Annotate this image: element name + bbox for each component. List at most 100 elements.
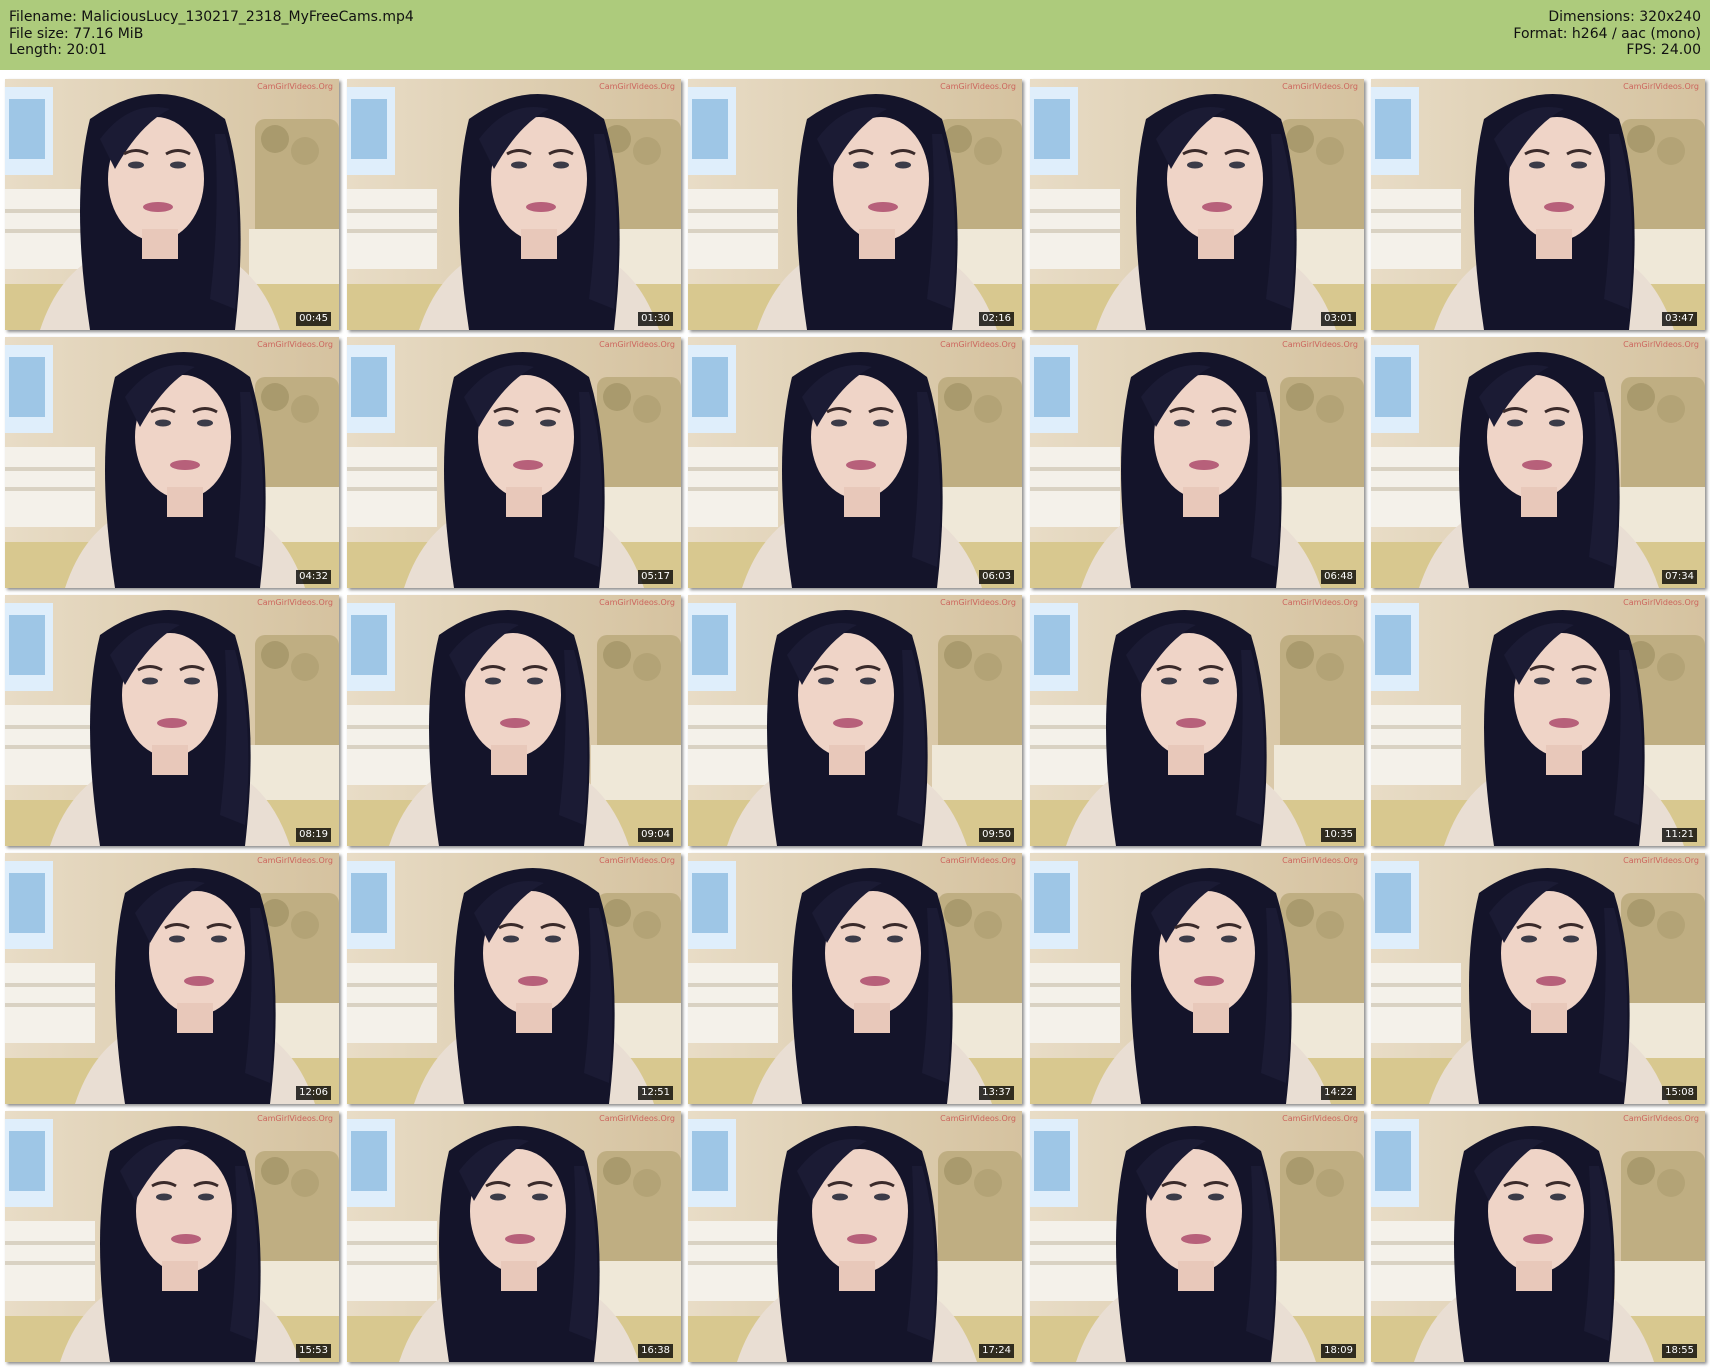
frame-timestamp: 00:45 bbox=[296, 312, 331, 326]
frame-timestamp: 16:38 bbox=[638, 1344, 673, 1358]
watermark-text: CamGirlVideos.Org bbox=[257, 1114, 333, 1123]
video-frame-image bbox=[5, 595, 339, 846]
video-frame-image bbox=[1371, 595, 1705, 846]
watermark-text: CamGirlVideos.Org bbox=[1282, 598, 1358, 607]
video-frame-image bbox=[1371, 1111, 1705, 1362]
thumbnail-grid: CamGirlVideos.Org 00:45 CamGirlVideos.Org… bbox=[0, 0, 1710, 1370]
thumbnail-frame: CamGirlVideos.Org 18:09 bbox=[1030, 1111, 1364, 1362]
video-frame-image bbox=[688, 853, 1022, 1104]
video-frame-image bbox=[347, 595, 681, 846]
thumbnail-frame: CamGirlVideos.Org 07:34 bbox=[1371, 337, 1705, 588]
video-frame-image bbox=[347, 1111, 681, 1362]
frame-timestamp: 01:30 bbox=[638, 312, 673, 326]
thumbnail-frame: CamGirlVideos.Org 12:51 bbox=[347, 853, 681, 1104]
video-frame-image bbox=[5, 79, 339, 330]
thumbnail-frame: CamGirlVideos.Org 15:53 bbox=[5, 1111, 339, 1362]
frame-timestamp: 04:32 bbox=[296, 570, 331, 584]
thumbnail-frame: CamGirlVideos.Org 09:50 bbox=[688, 595, 1022, 846]
watermark-text: CamGirlVideos.Org bbox=[1623, 856, 1699, 865]
thumbnail-frame: CamGirlVideos.Org 17:24 bbox=[688, 1111, 1022, 1362]
frame-timestamp: 15:53 bbox=[296, 1344, 331, 1358]
thumbnail-frame: CamGirlVideos.Org 05:17 bbox=[347, 337, 681, 588]
thumbnail-frame: CamGirlVideos.Org 00:45 bbox=[5, 79, 339, 330]
watermark-text: CamGirlVideos.Org bbox=[257, 340, 333, 349]
thumbnail-frame: CamGirlVideos.Org 06:03 bbox=[688, 337, 1022, 588]
frame-timestamp: 07:34 bbox=[1662, 570, 1697, 584]
watermark-text: CamGirlVideos.Org bbox=[1623, 1114, 1699, 1123]
watermark-text: CamGirlVideos.Org bbox=[257, 598, 333, 607]
thumbnail-frame: CamGirlVideos.Org 09:04 bbox=[347, 595, 681, 846]
watermark-text: CamGirlVideos.Org bbox=[257, 856, 333, 865]
watermark-text: CamGirlVideos.Org bbox=[940, 82, 1016, 91]
frame-timestamp: 12:06 bbox=[296, 1086, 331, 1100]
video-frame-image bbox=[1371, 79, 1705, 330]
thumbnail-frame: CamGirlVideos.Org 06:48 bbox=[1030, 337, 1364, 588]
thumbnail-frame: CamGirlVideos.Org 02:16 bbox=[688, 79, 1022, 330]
thumbnail-frame: CamGirlVideos.Org 11:21 bbox=[1371, 595, 1705, 846]
video-frame-image bbox=[1030, 853, 1364, 1104]
thumbnail-frame: CamGirlVideos.Org 16:38 bbox=[347, 1111, 681, 1362]
frame-timestamp: 08:19 bbox=[296, 828, 331, 842]
thumbnail-frame: CamGirlVideos.Org 08:19 bbox=[5, 595, 339, 846]
watermark-text: CamGirlVideos.Org bbox=[599, 340, 675, 349]
frame-timestamp: 09:04 bbox=[638, 828, 673, 842]
thumbnail-frame: CamGirlVideos.Org 15:08 bbox=[1371, 853, 1705, 1104]
thumbnail-frame: CamGirlVideos.Org 03:47 bbox=[1371, 79, 1705, 330]
video-frame-image bbox=[5, 1111, 339, 1362]
video-frame-image bbox=[1030, 1111, 1364, 1362]
frame-timestamp: 03:47 bbox=[1662, 312, 1697, 326]
watermark-text: CamGirlVideos.Org bbox=[1623, 82, 1699, 91]
video-frame-image bbox=[688, 337, 1022, 588]
watermark-text: CamGirlVideos.Org bbox=[1282, 82, 1358, 91]
frame-timestamp: 18:09 bbox=[1321, 1344, 1356, 1358]
frame-timestamp: 14:22 bbox=[1321, 1086, 1356, 1100]
watermark-text: CamGirlVideos.Org bbox=[257, 82, 333, 91]
frame-timestamp: 12:51 bbox=[638, 1086, 673, 1100]
video-frame-image bbox=[5, 853, 339, 1104]
video-frame-image bbox=[1371, 337, 1705, 588]
video-frame-image bbox=[1371, 853, 1705, 1104]
watermark-text: CamGirlVideos.Org bbox=[599, 1114, 675, 1123]
thumbnail-frame: CamGirlVideos.Org 03:01 bbox=[1030, 79, 1364, 330]
frame-timestamp: 18:55 bbox=[1662, 1344, 1697, 1358]
frame-timestamp: 06:03 bbox=[979, 570, 1014, 584]
video-frame-image bbox=[347, 337, 681, 588]
video-frame-image bbox=[347, 79, 681, 330]
frame-timestamp: 13:37 bbox=[979, 1086, 1014, 1100]
video-frame-image bbox=[688, 79, 1022, 330]
watermark-text: CamGirlVideos.Org bbox=[1282, 340, 1358, 349]
thumbnail-frame: CamGirlVideos.Org 14:22 bbox=[1030, 853, 1364, 1104]
frame-timestamp: 10:35 bbox=[1321, 828, 1356, 842]
frame-timestamp: 05:17 bbox=[638, 570, 673, 584]
video-frame-image bbox=[5, 337, 339, 588]
watermark-text: CamGirlVideos.Org bbox=[940, 340, 1016, 349]
watermark-text: CamGirlVideos.Org bbox=[1623, 340, 1699, 349]
video-frame-image bbox=[688, 595, 1022, 846]
video-frame-image bbox=[688, 1111, 1022, 1362]
watermark-text: CamGirlVideos.Org bbox=[599, 598, 675, 607]
frame-timestamp: 11:21 bbox=[1662, 828, 1697, 842]
frame-timestamp: 02:16 bbox=[979, 312, 1014, 326]
frame-timestamp: 15:08 bbox=[1662, 1086, 1697, 1100]
video-frame-image bbox=[1030, 337, 1364, 588]
video-frame-image bbox=[1030, 595, 1364, 846]
thumbnail-frame: CamGirlVideos.Org 01:30 bbox=[347, 79, 681, 330]
thumbnail-frame: CamGirlVideos.Org 12:06 bbox=[5, 853, 339, 1104]
thumbnail-frame: CamGirlVideos.Org 18:55 bbox=[1371, 1111, 1705, 1362]
watermark-text: CamGirlVideos.Org bbox=[1282, 1114, 1358, 1123]
watermark-text: CamGirlVideos.Org bbox=[599, 856, 675, 865]
frame-timestamp: 06:48 bbox=[1321, 570, 1356, 584]
watermark-text: CamGirlVideos.Org bbox=[940, 856, 1016, 865]
thumbnail-frame: CamGirlVideos.Org 13:37 bbox=[688, 853, 1022, 1104]
frame-timestamp: 17:24 bbox=[979, 1344, 1014, 1358]
video-frame-image bbox=[1030, 79, 1364, 330]
frame-timestamp: 03:01 bbox=[1321, 312, 1356, 326]
thumbnail-frame: CamGirlVideos.Org 10:35 bbox=[1030, 595, 1364, 846]
watermark-text: CamGirlVideos.Org bbox=[940, 1114, 1016, 1123]
watermark-text: CamGirlVideos.Org bbox=[599, 82, 675, 91]
video-frame-image bbox=[347, 853, 681, 1104]
watermark-text: CamGirlVideos.Org bbox=[1282, 856, 1358, 865]
watermark-text: CamGirlVideos.Org bbox=[1623, 598, 1699, 607]
watermark-text: CamGirlVideos.Org bbox=[940, 598, 1016, 607]
thumbnail-frame: CamGirlVideos.Org 04:32 bbox=[5, 337, 339, 588]
